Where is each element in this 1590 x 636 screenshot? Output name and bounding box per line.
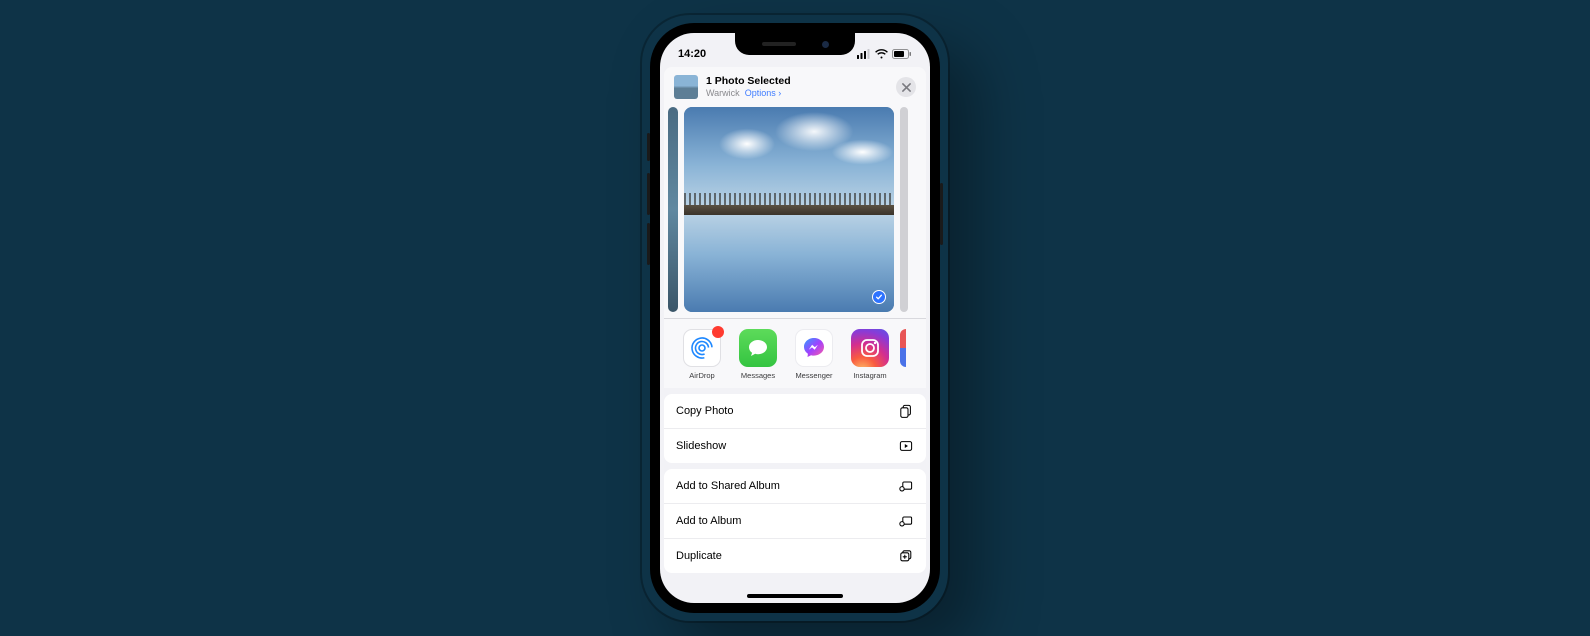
airdrop-icon: [683, 329, 721, 367]
home-indicator[interactable]: [747, 594, 843, 598]
slideshow-icon: [898, 438, 914, 454]
share-apps-row[interactable]: AirDrop Messages Messenger: [664, 319, 926, 388]
photo-preview-row[interactable]: [664, 107, 926, 318]
share-app-instagram[interactable]: Instagram: [842, 329, 898, 380]
action-slideshow[interactable]: Slideshow: [664, 428, 926, 463]
sheet-title: 1 Photo Selected: [706, 75, 888, 88]
battery-icon: [892, 49, 912, 59]
options-link[interactable]: Options: [745, 88, 776, 98]
share-sheet-header: 1 Photo Selected Warwick Options ›: [664, 67, 926, 107]
action-add-album[interactable]: Add to Album: [664, 503, 926, 538]
share-app-messenger[interactable]: Messenger: [786, 329, 842, 380]
messages-icon: [739, 329, 777, 367]
notch: [735, 33, 855, 55]
chevron-right-icon: ›: [778, 88, 781, 98]
notification-badge: [712, 326, 724, 338]
sheet-subtitle: Warwick Options ›: [706, 88, 888, 99]
next-photo-peek[interactable]: [900, 107, 908, 312]
instagram-icon: [851, 329, 889, 367]
duplicate-icon: [898, 548, 914, 564]
phone-mockup: 14:20 1 Photo Selected Warwick Options: [650, 23, 940, 613]
shared-album-icon: [898, 478, 914, 494]
status-time: 14:20: [678, 48, 706, 60]
share-app-airdrop[interactable]: AirDrop: [674, 329, 730, 380]
copy-icon: [898, 403, 914, 419]
share-app-messages[interactable]: Messages: [730, 329, 786, 380]
selected-checkmark-icon: [872, 290, 886, 304]
previous-photo-peek[interactable]: [668, 107, 678, 312]
wifi-icon: [875, 49, 888, 59]
album-icon: [898, 513, 914, 529]
action-copy-photo[interactable]: Copy Photo: [664, 394, 926, 428]
action-add-shared-album[interactable]: Add to Shared Album: [664, 469, 926, 503]
close-icon: [902, 83, 911, 92]
cellular-icon: [857, 49, 871, 59]
selected-photo-preview[interactable]: [684, 107, 894, 312]
messenger-icon: [795, 329, 833, 367]
action-duplicate[interactable]: Duplicate: [664, 538, 926, 573]
share-app-peek[interactable]: [898, 329, 908, 380]
actions-list: Copy Photo Slideshow Add to Shared Album: [664, 394, 926, 573]
close-button[interactable]: [896, 77, 916, 97]
header-thumbnail: [674, 75, 698, 99]
